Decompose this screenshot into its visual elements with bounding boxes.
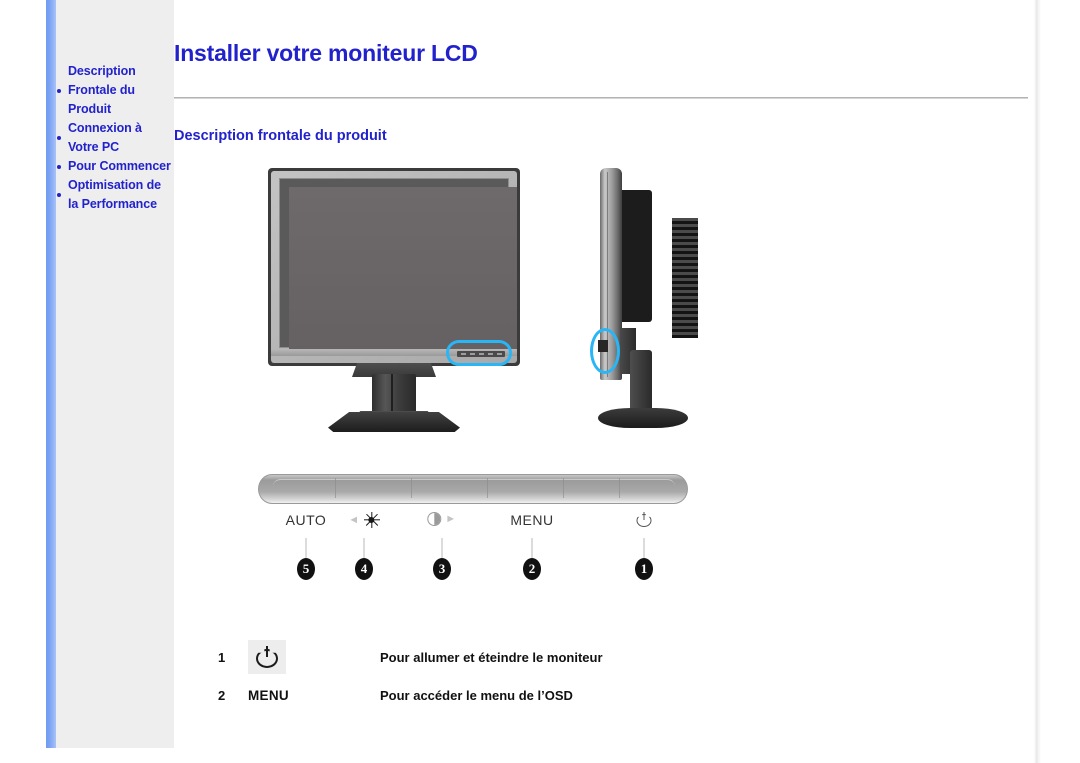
sidebar-item-description-frontale-du-produit[interactable]: Description Frontale du Produit [56,62,174,119]
callout-number-1: 1 [635,558,653,580]
table-row: 2 MENU Pour accéder le menu de l’OSD [218,676,918,714]
title-divider [174,97,1028,99]
monitor-screen [289,187,517,355]
page-root: Description Frontale du Produit Connexio… [0,0,1080,763]
monitor-screen-inner-frame [279,178,517,355]
monitor-control-bar [258,474,688,504]
control-label-menu[interactable]: MENU [510,512,553,528]
callout-number-4: 4 [355,558,373,580]
page-right-edge-rule [1034,0,1041,763]
control-bar-figure: AUTO ◄ ► MENU 5 4 3 2 1 [174,470,734,590]
sidebar-item-label: Pour Commencer [68,159,171,173]
sidebar-item-connexion-a-votre-pc[interactable]: Connexion à Votre PC [56,119,174,157]
monitor-stand-base [598,408,688,428]
control-icon-brightness[interactable]: ◄ [348,512,380,528]
row-control [248,640,380,674]
bullet-icon [57,164,61,169]
control-icon-contrast[interactable]: ► [427,512,456,526]
monitor-neck [372,374,416,416]
sidebar-item-pour-commencer[interactable]: Pour Commencer [56,157,174,176]
menu-label: MENU [248,687,289,703]
sidebar-nav-list: Description Frontale du Produit Connexio… [56,62,174,214]
lcd-monitor-front-view [268,168,520,432]
chevron-right-icon: ► [445,512,457,525]
row-number: 1 [218,649,226,665]
row-description: Pour allumer et éteindre le moniteur [380,649,603,665]
brightness-sun-icon [363,512,380,528]
chevron-left-icon: ◄ [348,513,360,526]
lcd-monitor-side-view [574,168,698,428]
leader-line [305,538,307,560]
sidebar-item-label: Description Frontale du Produit [68,64,136,116]
sidebar-accent-stripe [46,0,56,748]
row-control: MENU [248,688,380,703]
section-title: Description frontale du produit [174,128,387,144]
bullet-icon [57,136,61,140]
monitor-vent-grille [672,218,698,338]
front-controls-highlight-oval [446,340,512,366]
side-port-highlight-oval [590,328,620,374]
bullet-icon [57,193,61,197]
sidebar-item-label: Connexion à Votre PC [68,121,142,154]
monitor-base [328,412,460,432]
power-button-swatch [248,640,286,674]
callout-number-3: 3 [433,558,451,580]
control-icon-power[interactable] [636,512,652,530]
page-title: Installer votre moniteur LCD [174,40,478,66]
leader-line [531,538,533,560]
row-number: 2 [218,687,226,703]
main-content: Installer votre moniteur LCD Description… [174,0,1034,763]
sidebar-item-label: Optimisation de la Performance [68,178,161,211]
control-label-auto[interactable]: AUTO [286,512,327,528]
bullet-icon [57,88,61,93]
sidebar-item-optimisation-de-la-performance[interactable]: Optimisation de la Performance [56,176,174,214]
leader-line [643,538,645,560]
row-description: Pour accéder le menu de l’OSD [380,687,573,703]
sidebar: Description Frontale du Produit Connexio… [46,0,174,748]
leader-line [363,538,365,560]
monitor-bezel [271,171,517,363]
monitor-back-housing [622,190,698,338]
callout-number-2: 2 [523,558,541,580]
monitor-figure [174,160,734,432]
control-description-table: 1 Pour allumer et éteindre le moniteur 2… [218,638,918,714]
power-icon [256,646,278,668]
contrast-half-circle-icon [427,512,442,526]
monitor-stand-stem [630,350,652,412]
table-row: 1 Pour allumer et éteindre le moniteur [218,638,918,676]
control-bar-highlight [273,479,675,493]
control-bar-labels: AUTO ◄ ► MENU [174,512,734,536]
callout-number-5: 5 [297,558,315,580]
power-icon [636,512,652,527]
leader-line [441,538,443,560]
